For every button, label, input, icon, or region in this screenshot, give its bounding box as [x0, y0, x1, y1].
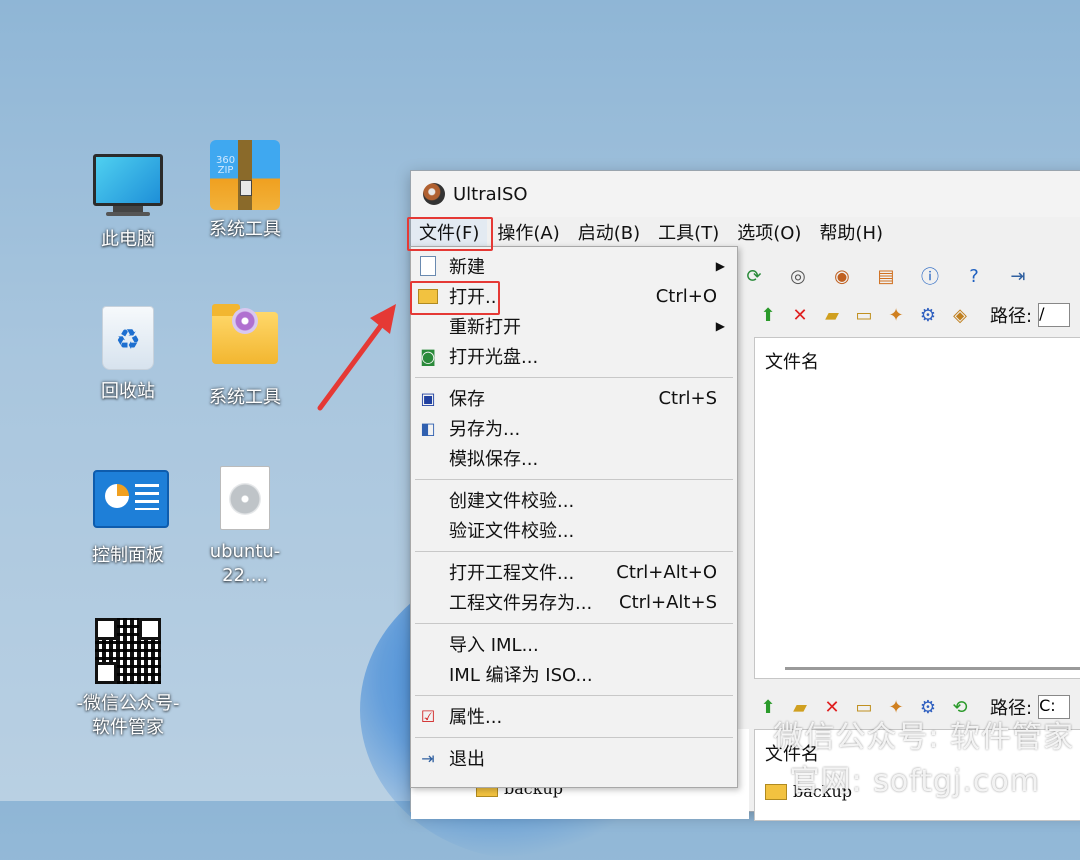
menu-separator: [415, 479, 733, 480]
make-disc-icon[interactable]: ◉: [827, 261, 857, 291]
exit-toolbar-icon[interactable]: ⇥: [1003, 261, 1033, 291]
menu-bootable[interactable]: 启动(B): [570, 217, 648, 247]
horizontal-scrollbar[interactable]: [785, 667, 1080, 670]
menu-separator: [415, 551, 733, 552]
desktop-icon-label: 控制面板: [92, 545, 164, 566]
rename-icon[interactable]: ▭: [852, 303, 876, 327]
info-icon[interactable]: ⓘ: [915, 261, 945, 291]
burn-disc-icon[interactable]: ◎: [783, 261, 813, 291]
menu-item-exit[interactable]: ⇥ 退出: [411, 743, 737, 773]
menu-actions[interactable]: 操作(A): [489, 217, 567, 247]
desktop-icon-ubuntu-iso[interactable]: ubuntu-22....: [190, 462, 300, 588]
submenu-arrow-icon: ▶: [715, 319, 725, 333]
desktop-icon-qr-code[interactable]: -微信公众号- 软件管家: [73, 616, 183, 740]
properties-icon: ☑: [420, 706, 436, 726]
desktop-icon-control-panel[interactable]: 控制面板: [73, 462, 183, 568]
new-folder-icon[interactable]: ▰: [820, 303, 844, 327]
archive-icon: 360 ZIP: [210, 140, 280, 210]
properties-toolbar-icon[interactable]: ◈: [948, 303, 972, 327]
folder-icon: [765, 783, 787, 800]
menu-item-properties[interactable]: ☑ 属性...: [411, 701, 737, 731]
menu-item-create-checksum[interactable]: 创建文件校验...: [411, 485, 737, 515]
help-icon[interactable]: ?: [959, 261, 989, 291]
watermark-website: 官网: softgj.com: [789, 764, 1040, 799]
save-icon: ▣: [420, 388, 436, 408]
annotation-arrow-icon: [317, 304, 396, 411]
iso-file-list[interactable]: 文件名: [754, 337, 1080, 679]
desktop-icon-label: 系统工具: [209, 387, 281, 408]
highlight-file-menu: [407, 217, 493, 251]
submenu-arrow-icon: ▶: [715, 259, 725, 273]
save-as-icon: ◧: [420, 418, 436, 438]
desktop-icon-system-tools-zip[interactable]: 360 ZIP 系统工具: [190, 140, 300, 242]
new-file-icon: [417, 255, 439, 277]
settings-gear-icon[interactable]: ⚙: [916, 303, 940, 327]
file-menu-dropdown: 新建 ▶ 打开.. Ctrl+O 重新打开 ▶ ◙ 打开光盘... ▣ 保存 C…: [410, 246, 738, 788]
add-files-icon[interactable]: ✦: [884, 303, 908, 327]
path-input[interactable]: /: [1038, 303, 1071, 327]
folder-disc-icon: [210, 304, 280, 382]
disc-drive-icon: ◙: [420, 346, 436, 366]
path-label: 路径:: [990, 306, 1033, 327]
up-level-icon[interactable]: ⬆: [756, 303, 780, 327]
menu-item-save[interactable]: ▣ 保存 Ctrl+S: [411, 383, 737, 413]
qr-code-icon: [93, 618, 163, 688]
menu-tools[interactable]: 工具(T): [650, 217, 727, 247]
menu-separator: [415, 695, 733, 696]
iso-file-icon: [210, 466, 280, 536]
recycle-bin-icon: ♻: [93, 306, 163, 376]
menu-separator: [415, 377, 733, 378]
window-title: UltraISO: [453, 183, 528, 205]
ultraiso-app-icon: [423, 183, 445, 205]
desktop-icon-label: -微信公众号- 软件管家: [76, 693, 180, 738]
menu-separator: [415, 623, 733, 624]
menu-help[interactable]: 帮助(H): [811, 217, 891, 247]
delete-icon[interactable]: ✕: [788, 303, 812, 327]
column-header-filename[interactable]: 文件名: [755, 338, 1080, 374]
archive-badge: 360 ZIP: [216, 155, 236, 176]
menu-bar: 文件(F) 操作(A) 启动(B) 工具(T) 选项(O) 帮助(H): [411, 217, 1080, 247]
menu-item-save-project-as[interactable]: 工程文件另存为... Ctrl+Alt+S: [411, 587, 737, 617]
desktop-icon-label: 此电脑: [101, 229, 155, 250]
control-panel-icon: [93, 470, 169, 540]
menu-item-iml-to-iso[interactable]: IML 编译为 ISO...: [411, 659, 737, 689]
menu-item-verify-checksum[interactable]: 验证文件校验...: [411, 515, 737, 545]
menu-separator: [415, 737, 733, 738]
refresh-disc-icon[interactable]: ⟳: [739, 261, 769, 291]
desktop-icon-label: ubuntu-22....: [209, 541, 281, 586]
menu-item-new[interactable]: 新建 ▶: [411, 251, 737, 281]
title-bar: UltraISO: [411, 171, 1080, 217]
highlight-open-item: [410, 281, 500, 315]
desktop-icon-system-tools-folder[interactable]: 系统工具: [190, 302, 300, 410]
menu-item-open-disc[interactable]: ◙ 打开光盘...: [411, 341, 737, 371]
menu-item-import-iml[interactable]: 导入 IML...: [411, 629, 737, 659]
menu-options[interactable]: 选项(O): [729, 217, 809, 247]
main-toolbar: ⟳ ◎ ◉ ▤ ⓘ ? ⇥: [739, 257, 1080, 295]
desktop-icon-recycle-bin[interactable]: ♻ 回收站: [73, 302, 183, 404]
menu-item-open-project[interactable]: 打开工程文件... Ctrl+Alt+O: [411, 557, 737, 587]
monitor-icon: [93, 154, 163, 224]
desktop-icon-label: 系统工具: [209, 219, 281, 240]
exit-icon: ⇥: [421, 748, 435, 768]
iso-pane-toolbar: ⬆ ✕ ▰ ▭ ✦ ⚙ ◈ 路径: /: [756, 299, 1071, 331]
desktop-icon-label: 回收站: [101, 381, 155, 402]
menu-item-simulate-save[interactable]: 模拟保存...: [411, 443, 737, 473]
menu-item-reopen[interactable]: 重新打开 ▶: [411, 311, 737, 341]
menu-item-save-as[interactable]: ◧ 另存为...: [411, 413, 737, 443]
watermark-wechat: 微信公众号: 软件管家: [773, 720, 1074, 755]
extract-icon[interactable]: ▤: [871, 261, 901, 291]
desktop-icon-this-pc[interactable]: 此电脑: [73, 148, 183, 252]
